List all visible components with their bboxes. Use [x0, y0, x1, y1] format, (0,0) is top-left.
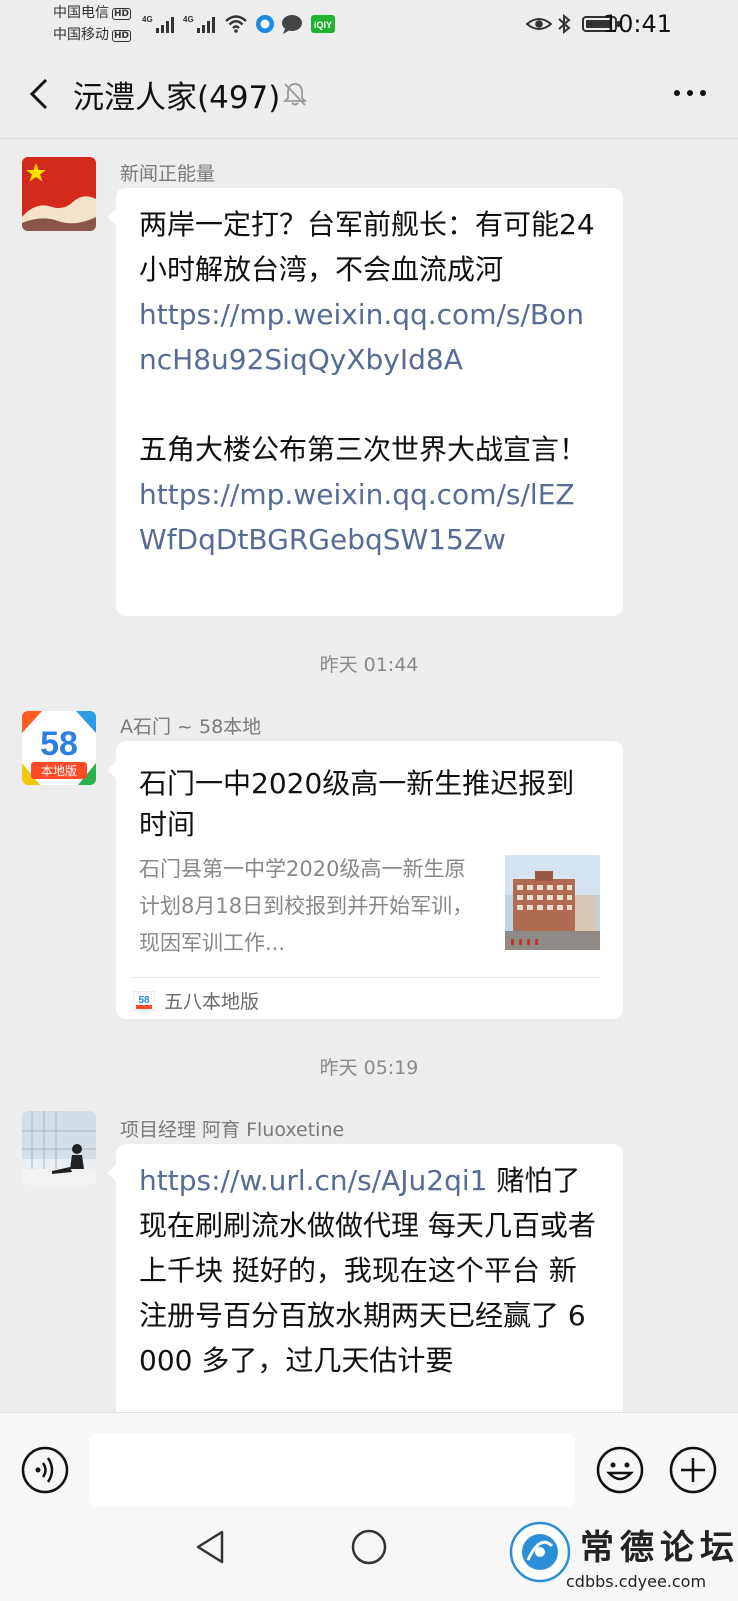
mute-bell-icon	[282, 83, 308, 106]
message-bubble[interactable]: 两岸一定打？台军前舰长：有可能24 小时解放台湾，不会血流成河 https://…	[107, 188, 623, 616]
voice-input-icon[interactable]	[20, 1445, 70, 1495]
message-input[interactable]	[89, 1433, 575, 1507]
sender-name: A石门 ~ 58本地	[120, 716, 262, 738]
forum-logo-icon	[509, 1521, 571, 1583]
chat-title: 沅澧人家(497)	[73, 80, 281, 116]
card-title: 石门一中2020级高一新生推迟报到时间	[139, 767, 575, 841]
carrier-1: 中国电信 HD	[53, 5, 132, 21]
avatar-58[interactable]: 58 本地版	[22, 711, 96, 785]
card-thumbnail	[505, 855, 600, 950]
browser-notification-icon	[256, 15, 274, 33]
card-source-name: 五八本地版	[164, 991, 260, 1013]
avatar-news[interactable]	[22, 157, 96, 231]
time-separator: 昨天 01:44	[319, 654, 419, 676]
more-options-icon[interactable]	[672, 84, 708, 102]
avatar-project-manager[interactable]	[22, 1111, 96, 1185]
card-divider	[133, 977, 600, 978]
bluetooth-icon	[558, 14, 571, 34]
person-sitting-avatar-icon	[22, 1111, 96, 1185]
message-notification-icon	[282, 15, 302, 34]
message-link[interactable]: https://mp.weixin.qq.com/s/BonncH8u92Siq…	[139, 298, 584, 376]
nav-back-triangle-icon[interactable]	[192, 1528, 228, 1566]
carrier-2: 中国移动 HD	[53, 27, 132, 43]
message-text: 五角大楼公布第三次世界大战宣言！	[139, 433, 588, 466]
wifi-icon	[225, 15, 247, 33]
eye-icon	[526, 18, 552, 30]
watermark-name: 常德论坛	[580, 1528, 738, 1568]
link-card[interactable]: 石门一中2020级高一新生推迟报到时间 石门县第一中学2020级高一新生原计划8…	[107, 741, 623, 1019]
status-time: 10:41	[602, 10, 672, 38]
message-bubble[interactable]: https://w.url.cn/s/AJu2qi1 赌怕了 现在刷刷流水做做代…	[107, 1144, 623, 1412]
back-arrow-icon[interactable]	[22, 76, 58, 112]
svg-text:4G: 4G	[142, 15, 153, 24]
message-list[interactable]: 新闻正能量 两岸一定打？台军前舰长：有可能24 小时解放台湾，不会血流成河 ht…	[0, 139, 738, 1412]
china-map-flag-avatar-icon	[22, 157, 96, 231]
message-text: 两岸一定打？台军前舰长：有可能24 小时解放台湾，不会血流成河	[139, 208, 595, 286]
message-link[interactable]: https://mp.weixin.qq.com/s/lEZWfDqDtBGRG…	[139, 478, 575, 556]
watermark-url: cdbbs.cdyee.com	[566, 1572, 707, 1591]
time-separator: 昨天 05:19	[319, 1057, 419, 1079]
svg-text:4G: 4G	[183, 15, 194, 24]
avatar-subtext: 本地版	[41, 764, 77, 778]
iqiyi-notification-icon: iQIY	[311, 15, 335, 33]
school-building-image	[505, 855, 600, 950]
signal-icon: 4G	[142, 15, 174, 33]
58-source-icon: 58	[133, 991, 155, 1011]
signal-icon-2: 4G	[183, 15, 215, 33]
status-bar: 中国电信 HD 中国移动 HD 4G 4G iQIY 10:41	[0, 0, 738, 48]
card-description: 石门县第一中学2020级高一新生原计划8月18日到校报到并开始军训，现因军训工作…	[139, 857, 474, 955]
chat-header: 沅澧人家(497)	[0, 48, 738, 139]
watermark: 常德论坛 cdbbs.cdyee.com	[508, 1516, 734, 1600]
sender-name: 新闻正能量	[120, 163, 216, 185]
plus-icon[interactable]	[668, 1445, 718, 1495]
avatar-text: 58	[40, 725, 78, 763]
svg-text:iQIY: iQIY	[314, 20, 332, 30]
sender-name: 项目经理 阿育 Fluoxetine	[120, 1119, 345, 1141]
message-link[interactable]: https://w.url.cn/s/AJu2qi1	[139, 1164, 487, 1197]
emoji-icon[interactable]	[595, 1445, 645, 1495]
svg-text:58: 58	[138, 995, 150, 1006]
58-local-avatar-icon: 58 本地版	[22, 711, 96, 785]
nav-home-circle-icon[interactable]	[349, 1527, 389, 1567]
